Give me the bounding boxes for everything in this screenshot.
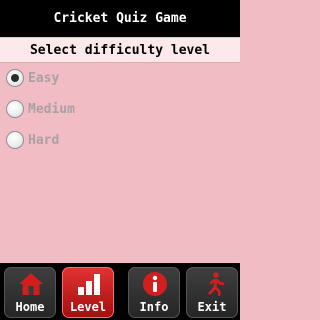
section-header-text: Select difficulty level: [29, 42, 210, 58]
nav-info-button[interactable]: Info: [128, 267, 180, 318]
nav-info-label: Info: [139, 300, 169, 314]
radio-easy[interactable]: [6, 69, 24, 87]
bar-chart-icon: [78, 274, 100, 295]
info-icon: [143, 272, 167, 296]
option-medium[interactable]: Medium: [6, 98, 75, 120]
home-icon: [19, 273, 43, 295]
option-hard[interactable]: Hard: [6, 129, 59, 151]
radio-medium[interactable]: [6, 100, 24, 118]
nav-level-button[interactable]: Level: [62, 267, 114, 318]
option-easy[interactable]: Easy: [6, 67, 59, 89]
bottom-nav: Home Level Info Exit: [0, 263, 240, 320]
option-medium-label: Medium: [28, 101, 75, 117]
nav-level-label: Level: [69, 300, 107, 314]
option-easy-label: Easy: [28, 70, 60, 86]
option-hard-label: Hard: [28, 132, 60, 148]
nav-home-label: Home: [15, 300, 45, 314]
radio-hard[interactable]: [6, 131, 24, 149]
app-title: Cricket Quiz Game: [53, 11, 187, 26]
title-bar: Cricket Quiz Game: [0, 0, 240, 37]
nav-exit-button[interactable]: Exit: [186, 267, 238, 318]
running-man-icon: [208, 272, 224, 296]
nav-exit-label: Exit: [197, 300, 227, 314]
nav-home-button[interactable]: Home: [4, 267, 56, 318]
section-header: Select difficulty level: [0, 38, 240, 63]
